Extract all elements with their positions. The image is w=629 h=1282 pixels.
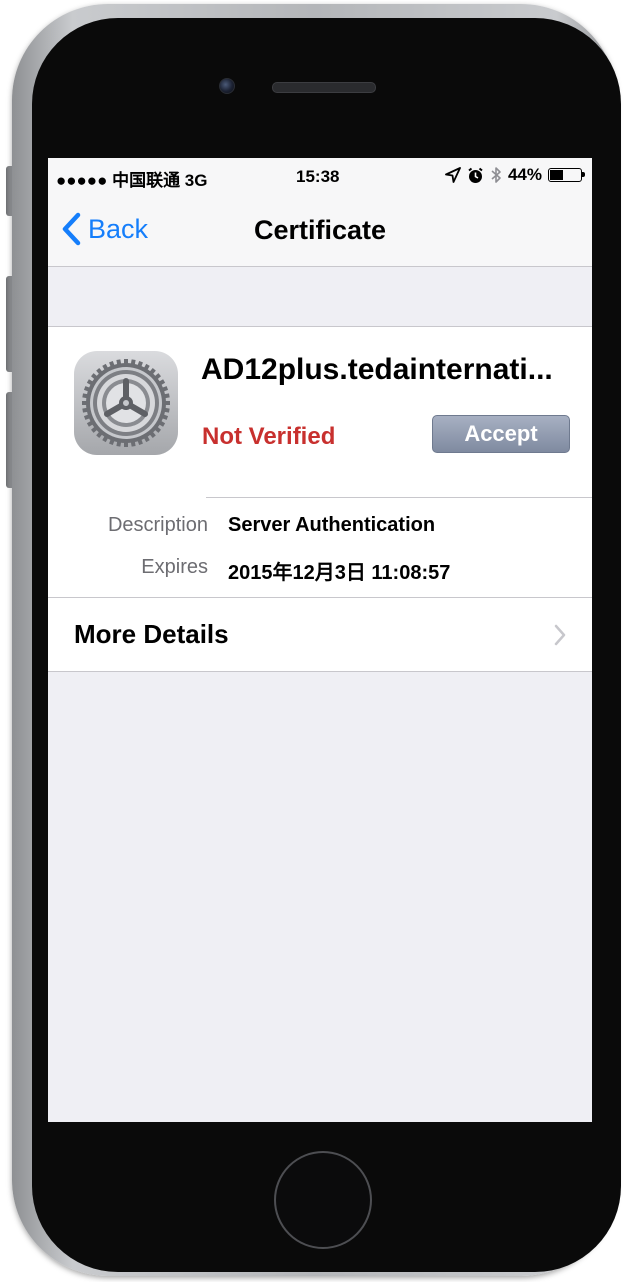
- page-title: Certificate: [253, 215, 387, 245]
- battery-percent: 44%: [507, 165, 542, 184]
- battery-fill: [550, 170, 563, 180]
- verification-status: Not Verified: [202, 423, 336, 450]
- carrier-signal: ●●●●● 中国联通 3G: [56, 171, 208, 190]
- description-label: Description: [107, 514, 208, 536]
- status-time: 15:38: [296, 167, 340, 186]
- description-value: Server Authentication: [228, 514, 436, 536]
- gear-icon: [82, 359, 170, 447]
- certificate-card: AD12plus.tedainternati... Not Verified A…: [48, 326, 592, 672]
- screen: ●●●●● 中国联通 3G 15:38 44% Back Certificate…: [48, 158, 592, 1122]
- home-button[interactable]: [274, 1151, 372, 1249]
- expires-label: Expires: [141, 556, 208, 578]
- accept-button[interactable]: Accept: [432, 415, 570, 453]
- navigation-bar: Back Certificate: [48, 194, 592, 267]
- status-icons: 44%: [445, 165, 585, 185]
- chevron-right-icon: [554, 624, 566, 646]
- certificate-name: AD12plus.tedainternati...: [201, 353, 553, 386]
- front-camera: [219, 78, 235, 94]
- bluetooth-icon: [491, 167, 501, 183]
- location-icon: [445, 167, 461, 183]
- battery-icon: [548, 168, 585, 182]
- divider: [206, 497, 592, 498]
- more-details-label: More Details: [74, 619, 229, 649]
- battery-tip: [582, 172, 585, 177]
- alarm-icon: [468, 167, 483, 183]
- earpiece-speaker: [272, 82, 376, 93]
- status-bar: ●●●●● 中国联通 3G 15:38 44%: [48, 158, 592, 194]
- expires-value: 2015年12月3日 11:08:57: [228, 562, 451, 584]
- settings-gear-icon: [74, 351, 178, 455]
- device-mockup: ●●●●● 中国联通 3G 15:38 44% Back Certificate…: [0, 0, 629, 1282]
- more-details-row[interactable]: More Details: [48, 597, 592, 672]
